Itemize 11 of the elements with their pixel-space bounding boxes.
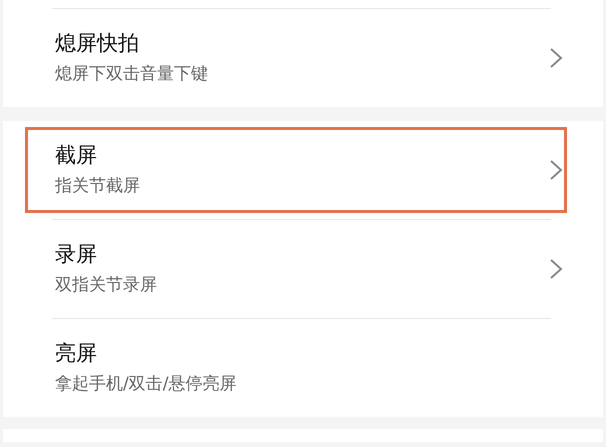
setting-description: 拿起手机/双击/悬停亮屏 — [55, 374, 236, 395]
settings-row[interactable]: 熄屏快拍 熄屏下双击音量下键 — [3, 9, 603, 107]
settings-row[interactable]: 录屏 双指关节录屏 — [3, 220, 603, 318]
setting-description: 熄屏下双击音量下键 — [55, 64, 208, 85]
setting-title: 熄屏快拍 — [55, 31, 140, 56]
setting-description: 双指关节录屏 — [55, 275, 157, 296]
setting-title: 亮屏 — [55, 341, 98, 366]
setting-title: 截屏 — [55, 143, 98, 168]
setting-title: 录屏 — [55, 242, 98, 268]
settings-row[interactable]: 亮屏 拿起手机/双击/悬停亮屏 — [3, 319, 603, 417]
setting-description: 指关节截屏 — [55, 176, 140, 197]
